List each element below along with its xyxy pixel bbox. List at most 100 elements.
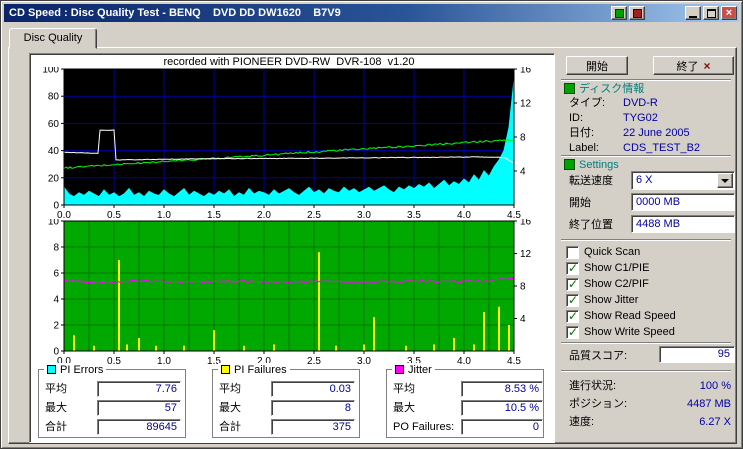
svg-text:8: 8 [520,133,526,144]
max-label: 最大 [219,402,241,414]
pi-failures-group: PI Failures 平均 0.03 最大 8 合計 375 [212,363,360,438]
pi-failures-swatch [221,365,230,374]
max-label: 最大 [45,402,67,414]
speed-select[interactable]: 6 X [631,171,735,190]
start-pos-label: 開始 [569,197,591,209]
svg-text:1.5: 1.5 [207,210,221,219]
avg-label: 平均 [45,383,67,395]
minimize-button[interactable] [685,6,701,20]
disc-id-value: TYG02 [623,112,658,124]
svg-text:3.0: 3.0 [357,356,371,367]
collapse-settings-button[interactable] [564,159,575,170]
pi-errors-total-field: 89645 [97,419,181,435]
svg-text:80: 80 [48,92,60,103]
titlebar: CD Speed : Disc Quality Test - BENQ DVD … [4,4,739,22]
speed-dropdown-button[interactable] [717,173,733,188]
close-button[interactable]: × [721,6,737,20]
collapse-disc-info-button[interactable] [564,83,575,94]
checkbox-box [566,277,579,291]
separator [561,342,731,344]
checkbox-show-read-speed[interactable]: Show Read Speed [566,309,726,324]
disc-info-header: ディスク情報 [579,83,645,95]
disc-type-value: DVD-R [623,97,658,109]
svg-text:16: 16 [520,67,532,76]
svg-text:40: 40 [48,146,60,157]
start-pos-field[interactable]: 0000 MB [631,193,735,211]
checkbox-label: Show C1/PIE [584,262,650,274]
svg-text:12: 12 [520,99,532,110]
graph-icon [614,8,624,18]
checkbox-box [566,261,579,275]
speed-status-value: 6.27 X [699,416,731,428]
checkbox-box [566,293,579,307]
jitter-failures-chart: 02468104812160.0 0.5 1.0 1.5 2.0 2.5 3.0 3.5 4.0… [48,219,532,367]
jitter-max-field: 10.5 % [461,400,543,416]
total-label: 合計 [219,421,241,433]
checkbox-show-write-speed[interactable]: Show Write Speed [566,325,726,340]
graph-tool-button[interactable] [611,6,627,20]
svg-text:100: 100 [42,67,59,76]
maximize-icon [706,8,716,18]
svg-text:4: 4 [520,167,526,178]
group-title: PI Errors [60,363,104,376]
tab-disc-quality[interactable]: Disc Quality [9,28,97,49]
separator [561,239,731,241]
drive-icon [632,8,642,18]
checkbox-show-c2-pif[interactable]: Show C2/PIF [566,277,726,292]
checkbox-label: Quick Scan [584,246,641,258]
pi-failures-max-field: 8 [271,400,355,416]
avg-label: 平均 [393,383,415,395]
end-pos-field[interactable]: 4488 MB [631,215,735,233]
svg-text:0.5: 0.5 [107,210,121,219]
pi-failures-avg-field: 0.03 [271,381,355,397]
checkbox-label: Show C2/PIF [584,278,649,290]
svg-text:0.5: 0.5 [107,356,121,367]
svg-text:60: 60 [48,119,60,130]
separator [561,370,731,372]
settings-header: Settings [579,159,619,171]
side-panel: 開始 終了 × ディスク情報 タイプ: DVD-R ID: TYG02 日付: … [557,53,735,441]
svg-text:1.0: 1.0 [157,356,171,367]
window-title: CD Speed : Disc Quality Test - BENQ DVD … [9,7,341,19]
svg-text:8: 8 [520,282,526,293]
svg-text:8: 8 [53,243,59,254]
pi-errors-swatch [47,365,56,374]
svg-text:3.5: 3.5 [407,210,421,219]
quality-score-field: 95 [659,346,735,363]
start-button[interactable]: 開始 [566,56,628,75]
checkbox-show-c1-pie[interactable]: Show C1/PIE [566,261,726,276]
group-header: PI Failures [218,363,290,376]
po-failures-label: PO Failures: [393,421,455,433]
svg-text:1.0: 1.0 [157,210,171,219]
maximize-button[interactable] [703,6,719,20]
position-label: ポジション: [569,398,628,410]
svg-text:0.0: 0.0 [57,210,71,219]
chevron-down-icon [721,178,729,183]
jitter-avg-field: 8.53 % [461,381,543,397]
svg-text:4: 4 [53,295,59,306]
separator [561,155,731,157]
checkbox-box [566,246,579,259]
checkbox-quick-scan[interactable]: Quick Scan [566,246,726,260]
titlebar-buttons: × [611,6,737,20]
exit-button[interactable]: 終了 × [653,56,734,75]
speed-row: 速度: 6.27 X [569,416,731,428]
svg-text:3.0: 3.0 [357,210,371,219]
checkbox-show-jitter[interactable]: Show Jitter [566,293,726,308]
po-failures-field: 0 [461,419,543,435]
pi-errors-group: PI Errors 平均 7.76 最大 57 合計 89645 [38,363,186,438]
quality-score-label: 品質スコア: [569,350,628,362]
minimize-icon [689,15,697,18]
jitter-group: Jitter 平均 8.53 % 最大 10.5 % PO Failures: … [386,363,544,438]
progress-value: 100 % [699,380,731,392]
svg-text:4.5: 4.5 [507,210,521,219]
svg-text:4.0: 4.0 [457,210,471,219]
checkbox-label: Show Write Speed [584,326,675,338]
drive-tool-button[interactable] [629,6,645,20]
svg-text:4.0: 4.0 [457,356,471,367]
disc-label-value: CDS_TEST_B2 [623,142,701,154]
svg-text:12: 12 [520,249,532,260]
error-rate-chart: 0204060801004812160.0 0.5 1.0 1.5 2.0 2.5 3.0 3… [42,67,532,219]
exit-icon: × [703,58,711,73]
svg-text:10: 10 [48,219,60,228]
